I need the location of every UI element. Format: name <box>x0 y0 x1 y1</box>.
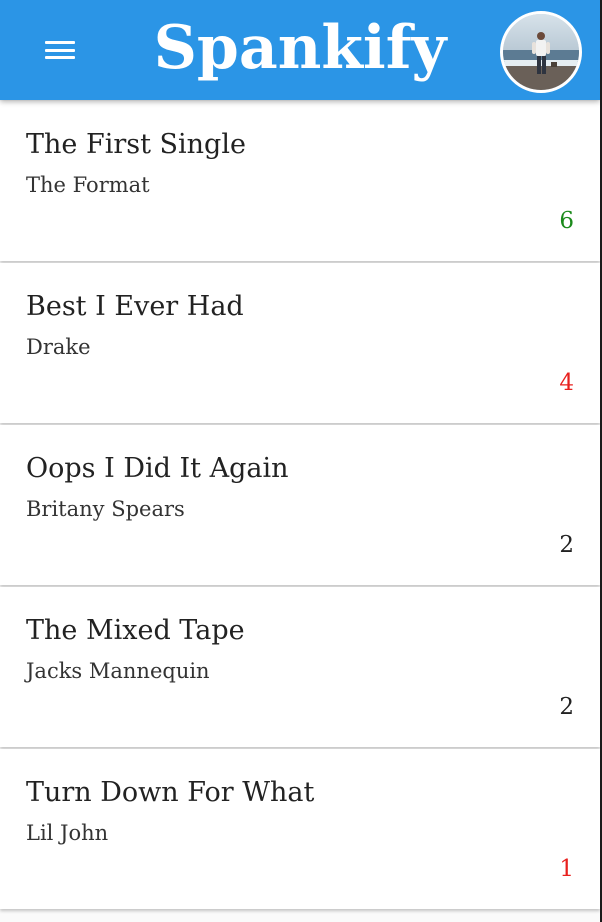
song-list: The First Single The Format 6 Best I Eve… <box>0 101 600 911</box>
song-title: The Mixed Tape <box>26 615 245 646</box>
song-count: 1 <box>559 856 574 882</box>
song-title: The First Single <box>26 129 246 160</box>
menu-button[interactable] <box>32 26 88 74</box>
song-count: 6 <box>559 208 574 234</box>
song-title: Turn Down For What <box>26 777 315 808</box>
song-count: 2 <box>559 532 574 558</box>
song-count: 4 <box>559 370 574 396</box>
song-artist: Britany Spears <box>26 497 185 521</box>
song-count: 2 <box>559 694 574 720</box>
song-card[interactable]: Turn Down For What Lil John 1 <box>0 749 600 909</box>
user-avatar[interactable] <box>500 11 582 93</box>
song-artist: The Format <box>26 173 150 197</box>
song-card[interactable]: The First Single The Format 6 <box>0 101 600 261</box>
avatar-photo-icon <box>503 14 579 90</box>
app-bar: Spankify <box>0 0 600 100</box>
song-card[interactable]: Best I Ever Had Drake 4 <box>0 263 600 423</box>
song-card[interactable]: Oops I Did It Again Britany Spears 2 <box>0 425 600 585</box>
song-artist: Lil John <box>26 821 109 845</box>
song-title: Best I Ever Had <box>26 291 244 322</box>
song-card[interactable]: The Mixed Tape Jacks Mannequin 2 <box>0 587 600 747</box>
song-title: Oops I Did It Again <box>26 453 289 484</box>
hamburger-menu-icon <box>45 41 75 59</box>
song-artist: Drake <box>26 335 91 359</box>
song-artist: Jacks Mannequin <box>26 659 210 683</box>
